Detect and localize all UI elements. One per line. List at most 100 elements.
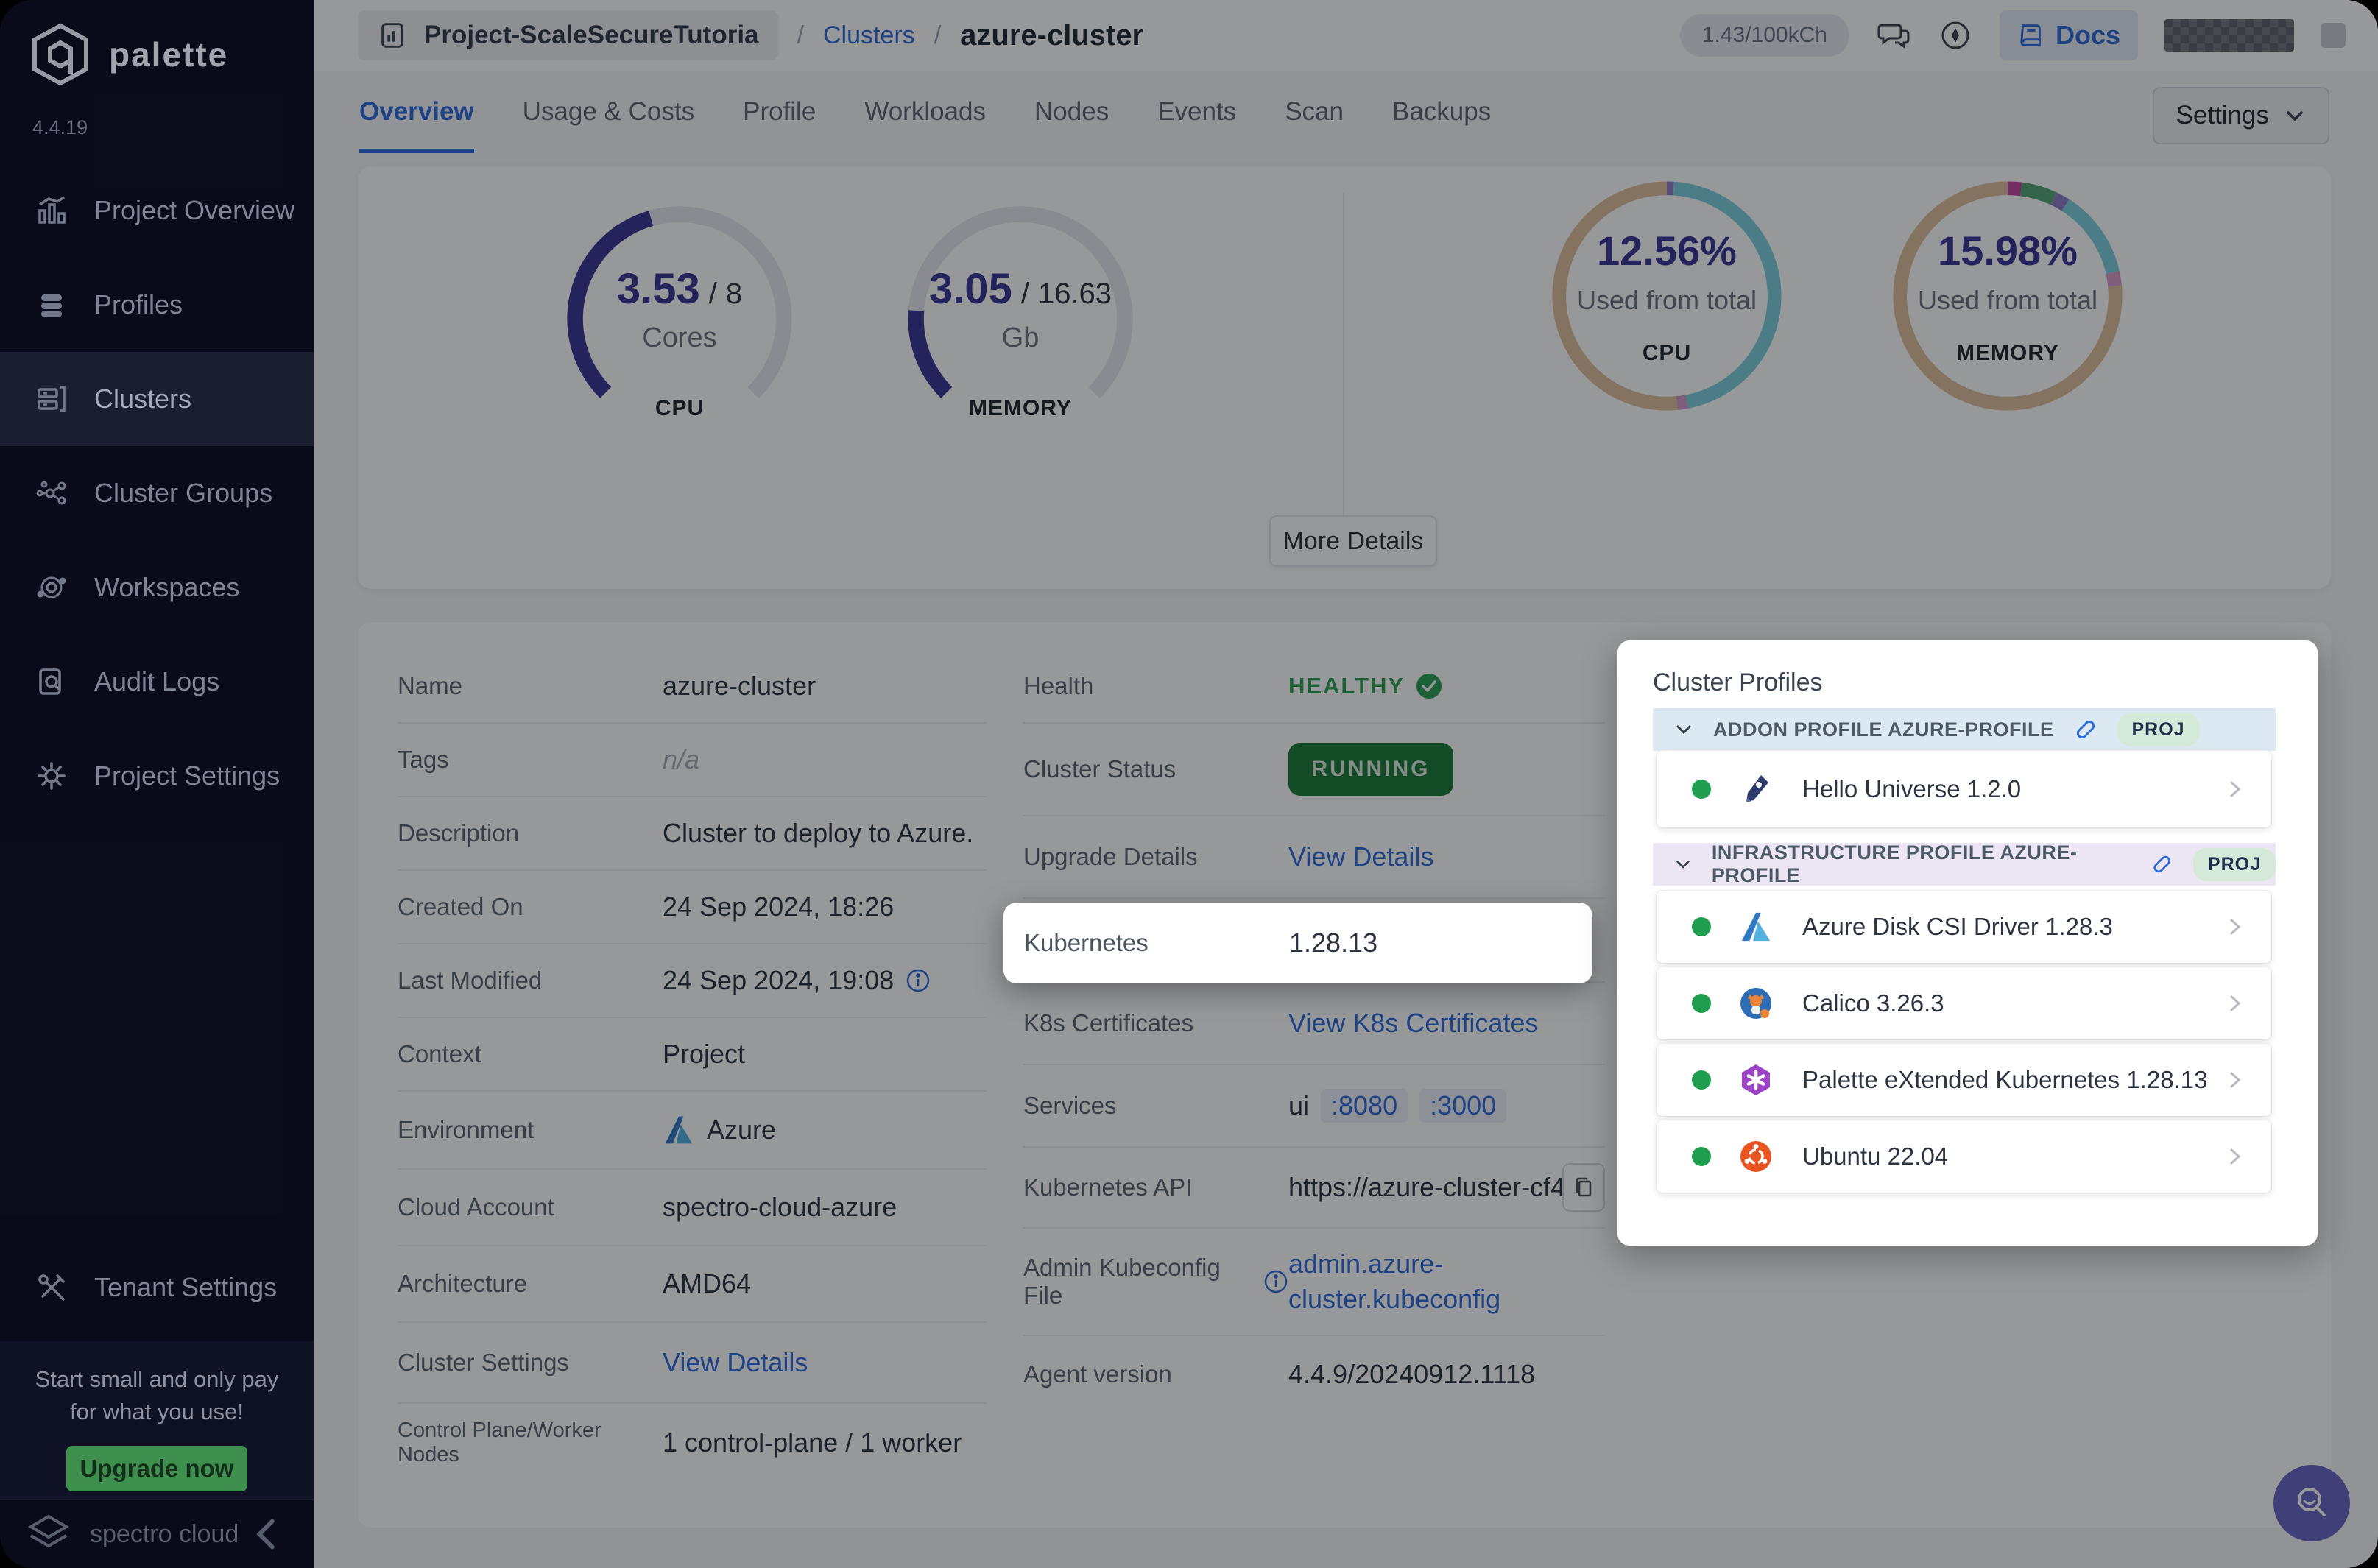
magnifier-smile-icon — [2298, 1488, 2326, 1516]
chevron-right-icon — [2230, 781, 2241, 797]
detail-row-kubernetes-api: Kubernetes API https://azure-cluster-cf4… — [1023, 1148, 1605, 1229]
service-port-link-8080[interactable]: :8080 — [1321, 1089, 1408, 1123]
cpu-total-donut: 12.56% Used from total CPU — [1542, 171, 1792, 421]
chevron-right-icon — [2230, 1148, 2241, 1165]
infrastructure-profile-section-header[interactable]: INFRASTRUCTURE PROFILE AZURE-PROFILE PRO… — [1653, 841, 2276, 886]
more-details-button[interactable]: More Details — [1269, 515, 1437, 567]
bar-chart-icon — [38, 196, 66, 224]
kubeconfig-download-link[interactable]: admin.azure- cluster.kubeconfig — [1288, 1249, 1500, 1315]
cluster-tabs: Overview Usage & Costs Profile Workloads… — [314, 71, 2378, 153]
detail-row-k8s-certificates: K8s Certificates View K8s Certificates — [1023, 983, 1605, 1065]
upgrade-now-button[interactable]: Upgrade now — [66, 1446, 247, 1491]
sidebar-item-profiles[interactable]: Profiles — [0, 258, 314, 352]
collapse-sidebar-icon[interactable] — [244, 1511, 292, 1558]
details-right-column: Health HEALTHY Cluster Status RUNNING Up… — [1023, 650, 1605, 1413]
azure-icon — [1741, 912, 1771, 942]
profile-layer-palette-extended-kubernetes[interactable]: Palette eXtended Kubernetes 1.28.13 — [1657, 1044, 2271, 1116]
sidebar-item-cluster-groups[interactable]: Cluster Groups — [0, 446, 314, 540]
cluster-settings-view-details-link[interactable]: View Details — [663, 1347, 808, 1378]
ubuntu-icon — [1740, 1141, 1771, 1172]
search-help-fab[interactable] — [2273, 1465, 2350, 1541]
credits-pill: 1.43/100kCh — [1679, 14, 1849, 57]
main-content: Project-ScaleSecureTutoria / Clusters / … — [314, 0, 2378, 1568]
scope-badge: PROJ — [2117, 713, 2200, 746]
project-selector[interactable]: Project-ScaleSecureTutoria — [358, 10, 778, 60]
topbar: Project-ScaleSecureTutoria / Clusters / … — [314, 0, 2378, 71]
sidebar-item-label: Project Settings — [94, 760, 281, 791]
redacted-user-info — [2164, 19, 2294, 52]
service-port-link-3000[interactable]: :3000 — [1419, 1089, 1507, 1123]
copy-api-url-button[interactable] — [1562, 1163, 1605, 1212]
memory-usage-gauge: 3.05 / 16.63 Gb MEMORY — [899, 197, 1142, 440]
breadcrumb-clusters-link[interactable]: Clusters — [823, 21, 915, 50]
tab-overview[interactable]: Overview — [359, 71, 474, 153]
avatar[interactable] — [2321, 23, 2346, 48]
settings-button[interactable]: Settings — [2152, 87, 2329, 144]
upgrade-view-details-link[interactable]: View Details — [1288, 841, 1433, 872]
palette-logo-icon — [32, 23, 88, 86]
sidebar-nav: Project Overview Profiles Clusters Clust… — [0, 163, 314, 823]
project-icon — [381, 23, 403, 48]
detail-row-name: Name azure-cluster — [398, 650, 987, 724]
profile-layer-azure-disk-csi[interactable]: Azure Disk CSI Driver 1.28.3 — [1657, 891, 2271, 963]
memory-gauge-title: MEMORY — [969, 396, 1072, 420]
addon-profile-section-header[interactable]: ADDON PROFILE AZURE-PROFILE PROJ — [1653, 708, 2276, 751]
cpu-gauge-title: CPU — [655, 396, 705, 420]
detail-row-health: Health HEALTHY — [1023, 650, 1605, 724]
detail-row-nodes: Control Plane/Worker Nodes 1 control-pla… — [398, 1419, 962, 1466]
sidebar-item-label: Profiles — [94, 289, 183, 319]
memory-total-donut: 15.98% Used from total MEMORY — [1883, 171, 2133, 421]
palette-logo: palette — [28, 22, 228, 87]
detail-row-last-modified: Last Modified 24 Sep 2024, 19:08 — [398, 944, 987, 1018]
sidebar-item-tenant-settings[interactable]: Tenant Settings — [0, 1240, 314, 1335]
memory-percent: 15.98% — [1938, 227, 2078, 274]
docs-button[interactable]: Docs — [1999, 10, 2138, 60]
tab-nodes[interactable]: Nodes — [1034, 71, 1109, 153]
compass-icon[interactable] — [1938, 18, 1973, 53]
kubernetes-spotlight-row[interactable]: Kubernetes 1.28.13 — [1003, 903, 1592, 983]
copy-icon — [1576, 1177, 1592, 1197]
sidebar-item-project-settings[interactable]: Project Settings — [0, 729, 314, 823]
docs-label: Docs — [2055, 20, 2120, 50]
tab-workloads[interactable]: Workloads — [864, 71, 986, 153]
cpu-donut-title: CPU — [1642, 340, 1692, 365]
cpu-usage-gauge: 3.53 / 8 Cores CPU — [558, 197, 801, 440]
detail-row-cluster-status: Cluster Status RUNNING — [1023, 724, 1605, 816]
sidebar-item-clusters[interactable]: Clusters — [0, 352, 314, 446]
status-dot — [1692, 1070, 1711, 1090]
sidebar-item-label: Project Overview — [94, 195, 295, 225]
memory-used-value: 3.05 — [928, 265, 1012, 313]
cpu-total-value: 8 — [725, 278, 743, 310]
sidebar-item-audit-logs[interactable]: Audit Logs — [0, 635, 314, 729]
app-window: palette 4.4.19 Project Overview Profiles… — [0, 0, 2378, 1568]
status-dot — [1692, 1147, 1711, 1166]
chevron-right-icon — [2230, 919, 2241, 935]
tab-usage-costs[interactable]: Usage & Costs — [523, 71, 694, 153]
tab-profile[interactable]: Profile — [743, 71, 816, 153]
chat-icon[interactable] — [1876, 18, 1911, 53]
servers-icon — [38, 386, 66, 412]
chevron-down-icon — [1676, 725, 1691, 735]
detail-row-tags: Tags n/a — [398, 724, 987, 797]
detail-row-services: Services ui :8080 :3000 — [1023, 1065, 1605, 1148]
sidebar-item-project-overview[interactable]: Project Overview — [0, 163, 314, 258]
info-icon[interactable] — [906, 968, 931, 993]
view-k8s-certificates-link[interactable]: View K8s Certificates — [1288, 1008, 1538, 1039]
info-icon[interactable] — [1263, 1269, 1288, 1294]
chevron-down-icon — [1676, 860, 1690, 869]
tab-backups[interactable]: Backups — [1392, 71, 1491, 153]
detail-row-created-on: Created On 24 Sep 2024, 18:26 — [398, 871, 987, 944]
link-icon — [2153, 855, 2171, 873]
sidebar-item-workspaces[interactable]: Workspaces — [0, 540, 314, 635]
breadcrumb-current-page: azure-cluster — [960, 18, 1144, 52]
profile-layer-hello-universe[interactable]: Hello Universe 1.2.0 — [1657, 751, 2271, 827]
brand-name: palette — [109, 35, 229, 74]
tab-scan[interactable]: Scan — [1285, 71, 1344, 153]
tab-events[interactable]: Events — [1157, 71, 1236, 153]
profile-layer-ubuntu[interactable]: Ubuntu 22.04 — [1657, 1120, 2271, 1193]
metrics-divider — [1343, 193, 1344, 515]
profile-layer-calico[interactable]: Calico 3.26.3 — [1657, 967, 2271, 1039]
detail-row-environment: Environment Azure — [398, 1092, 987, 1170]
spectro-cloud-logo-icon — [28, 1514, 69, 1548]
status-dot — [1692, 917, 1711, 936]
